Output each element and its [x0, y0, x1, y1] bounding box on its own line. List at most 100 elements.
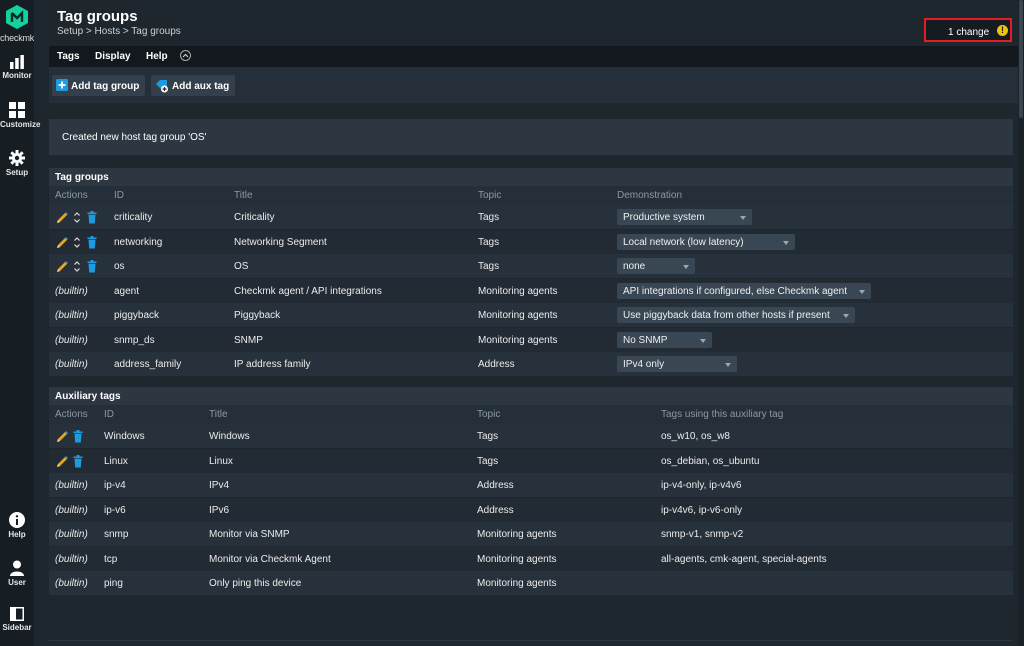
- demonstration-dropdown[interactable]: Productive system: [617, 209, 752, 225]
- move-icon[interactable]: [73, 260, 81, 273]
- builtin-label: (builtin): [55, 285, 88, 297]
- aux-tag-topic: Monitoring agents: [477, 529, 557, 540]
- aux-tag-id: Linux: [104, 455, 128, 467]
- edit-icon[interactable]: [56, 211, 68, 224]
- tag-group-title: Criticality: [234, 212, 275, 223]
- breadcrumb[interactable]: Setup > Hosts > Tag groups: [57, 26, 181, 37]
- aux-tag-topic: Monitoring agents: [477, 553, 557, 565]
- aux-tag-topic: Tags: [477, 455, 499, 467]
- table-row: (builtin) snmp_ds SNMP Monitoring agents No …: [49, 327, 1013, 352]
- tag-group-title: OS: [234, 261, 249, 272]
- row-actions: [56, 260, 106, 273]
- col-id[interactable]: ID: [114, 190, 124, 201]
- delete-icon[interactable]: [87, 211, 97, 224]
- checkmk-logo[interactable]: [6, 5, 28, 29]
- table-row: Windows Windows Tags os_w10, os_w8: [49, 424, 1013, 448]
- demonstration-dropdown[interactable]: none: [617, 258, 695, 274]
- aux-tag-title: Windows: [209, 431, 250, 442]
- nav-monitor-label: Monitor: [2, 71, 32, 80]
- tag-group-id: piggyback: [114, 310, 160, 321]
- nav-help-label: Help: [8, 530, 26, 539]
- changes-label: 1 change: [948, 27, 990, 38]
- menu-tags[interactable]: Tags: [57, 51, 80, 62]
- nav-help[interactable]: Help: [0, 512, 34, 539]
- nav-customize[interactable]: Customize: [0, 102, 40, 129]
- col-tags-using: Tags using this auxiliary tag: [661, 409, 784, 420]
- tag-groups-title: Tag groups: [55, 172, 109, 183]
- success-message-text: Created new host tag group 'OS': [62, 132, 207, 143]
- add-tag-group-button[interactable]: Add tag group: [52, 75, 145, 96]
- demonstration-dropdown[interactable]: IPv4 only: [617, 356, 737, 372]
- aux-tag-used-by: all-agents, cmk-agent, special-agents: [661, 553, 827, 565]
- aux-tag-id: ping: [104, 578, 123, 589]
- nav-setup-label: Setup: [5, 168, 29, 177]
- aux-tag-title: IPv6: [209, 504, 230, 516]
- nav-user[interactable]: User: [0, 560, 34, 587]
- edit-icon[interactable]: [56, 236, 68, 249]
- aux-tag-used-by: ip-v4v6, ip-v6-only: [661, 504, 743, 516]
- col-title[interactable]: Title: [209, 409, 228, 420]
- divider: [49, 640, 1013, 641]
- table-row: (builtin) tcp Monitor via Checkmk Agent Mon…: [49, 546, 1013, 571]
- tag-group-id: criticality: [114, 212, 153, 223]
- edit-icon[interactable]: [56, 455, 68, 468]
- delete-icon[interactable]: [73, 454, 83, 468]
- tag-group-id: snmp_ds: [114, 334, 155, 346]
- table-row: Linux Linux Tags os_debian, os_ubuntu: [49, 448, 1013, 473]
- move-icon[interactable]: [73, 236, 81, 249]
- nav-sidebar-label: Sidebar: [2, 623, 32, 632]
- table-row: (builtin) piggyback Piggyback Monitoring ag…: [49, 303, 1013, 327]
- aux-tag-title: Monitor via Checkmk Agent: [209, 553, 331, 565]
- row-actions: [56, 211, 106, 224]
- row-actions: [56, 430, 106, 443]
- chevron-down-icon: [725, 363, 731, 367]
- dropdown-value: IPv4 only: [623, 359, 665, 370]
- chevron-down-icon: [843, 314, 849, 318]
- table-row: criticality Criticality Tags Productive sys…: [49, 205, 1013, 229]
- main-sidebar: checkmk Monitor Customize Setup Help Use…: [0, 0, 40, 646]
- col-title[interactable]: Title: [234, 190, 253, 201]
- nav-monitor[interactable]: Monitor: [0, 55, 34, 80]
- delete-icon[interactable]: [73, 430, 83, 443]
- nav-setup[interactable]: Setup: [0, 150, 34, 177]
- demonstration-dropdown[interactable]: No SNMP: [617, 331, 712, 348]
- menu-help[interactable]: Help: [146, 51, 168, 62]
- col-topic[interactable]: Topic: [478, 190, 501, 201]
- collapse-menu-button[interactable]: [180, 50, 191, 61]
- edit-icon[interactable]: [56, 430, 68, 443]
- nav-sidebar[interactable]: Sidebar: [0, 607, 34, 632]
- col-topic[interactable]: Topic: [477, 409, 500, 420]
- builtin-label: (builtin): [55, 480, 88, 491]
- move-icon[interactable]: [73, 211, 81, 224]
- aux-tag-title: Linux: [209, 455, 233, 467]
- row-actions: [56, 235, 106, 249]
- tag-group-title: Checkmk agent / API integrations: [234, 285, 382, 297]
- builtin-label: (builtin): [55, 529, 88, 540]
- table-row: networking Networking Segment Tags Local ne…: [49, 229, 1013, 254]
- aux-tag-add-icon: [156, 80, 168, 93]
- add-aux-tag-button[interactable]: Add aux tag: [151, 75, 235, 96]
- tag-group-topic: Monitoring agents: [478, 334, 558, 346]
- aux-tag-title: Only ping this device: [209, 578, 302, 589]
- info-icon: [9, 512, 25, 528]
- aux-tags-header: Auxiliary tags: [49, 387, 1013, 405]
- tag-group-id: os: [114, 261, 125, 272]
- tag-groups-column-headers: Actions ID Title Topic Demonstration: [49, 186, 1013, 205]
- delete-icon[interactable]: [87, 235, 97, 249]
- delete-icon[interactable]: [87, 260, 97, 273]
- menu-display[interactable]: Display: [95, 51, 131, 62]
- tag-group-title: IP address family: [234, 359, 311, 370]
- warning-icon: !: [997, 25, 1008, 36]
- demonstration-dropdown[interactable]: API integrations if configured, else Che…: [617, 282, 871, 299]
- aux-tag-title: Monitor via SNMP: [209, 529, 290, 540]
- tag-groups-table: Tag groups Actions ID Title Topic Demons…: [49, 168, 1013, 376]
- demonstration-dropdown[interactable]: Local network (low latency): [617, 233, 795, 250]
- col-id[interactable]: ID: [104, 409, 114, 420]
- aux-tag-id: snmp: [104, 529, 129, 540]
- tag-group-topic: Address: [478, 359, 515, 370]
- demonstration-dropdown[interactable]: Use piggyback data from other hosts if p…: [617, 307, 855, 323]
- pending-changes-button[interactable]: 1 change !: [924, 18, 1012, 42]
- aux-tag-used-by: ip-v4-only, ip-v4v6: [661, 480, 742, 491]
- edit-icon[interactable]: [56, 260, 68, 273]
- scrollbar-thumb[interactable]: [1019, 0, 1023, 118]
